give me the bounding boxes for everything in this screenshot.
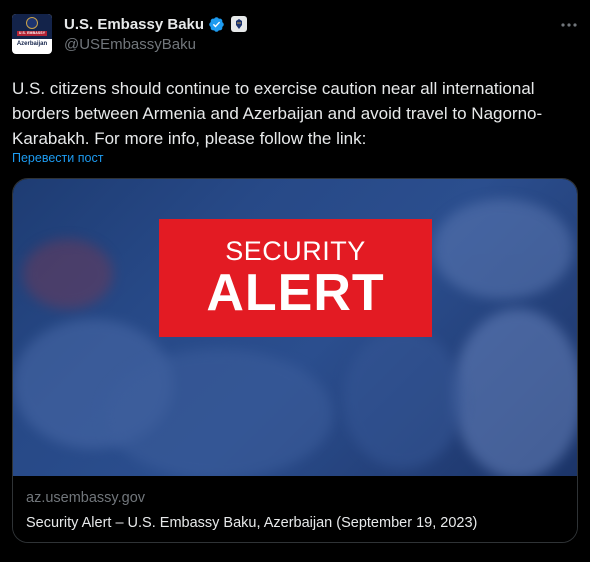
card-domain: az.usembassy.gov	[26, 490, 146, 506]
alert-line-2: ALERT	[206, 264, 385, 322]
image-blur-shape	[433, 199, 573, 299]
avatar-country: Azerbaijan	[16, 41, 48, 47]
author-display-name[interactable]: U.S. Embassy Baku	[64, 16, 204, 33]
link-card[interactable]: SECURITY ALERT az.usembassy.gov Security…	[12, 178, 578, 543]
alert-line-1: SECURITY	[225, 236, 366, 266]
translate-post-link[interactable]: Перевести пост	[12, 151, 103, 165]
card-image[interactable]: SECURITY ALERT	[13, 179, 577, 476]
more-dots-icon	[561, 23, 577, 27]
government-badge-icon[interactable]	[231, 16, 248, 32]
author-name-row: U.S. Embassy Baku	[64, 14, 248, 34]
card-footer[interactable]: az.usembassy.gov Security Alert – U.S. E…	[13, 476, 577, 542]
card-title[interactable]: Security Alert – U.S. Embassy Baku, Azer…	[26, 512, 564, 534]
avatar[interactable]: U.S. EMBASSY Azerbaijan	[12, 14, 52, 54]
tweet-text: U.S. citizens should continue to exercis…	[12, 79, 543, 148]
avatar-banner-text: U.S. EMBASSY	[18, 31, 46, 35]
image-blur-shape	[103, 349, 333, 476]
security-alert-banner: SECURITY ALERT	[159, 219, 432, 337]
tweet: U.S. EMBASSY Azerbaijan U.S. Embassy Bak…	[0, 0, 590, 562]
more-options-button[interactable]	[558, 14, 580, 36]
author-handle[interactable]: @USEmbassyBaku	[64, 36, 196, 53]
image-blur-shape	[453, 309, 577, 476]
image-blur-shape	[23, 239, 113, 309]
verified-check-icon[interactable]	[208, 16, 225, 33]
image-blur-shape	[343, 329, 463, 469]
embassy-seal-icon	[26, 17, 38, 29]
